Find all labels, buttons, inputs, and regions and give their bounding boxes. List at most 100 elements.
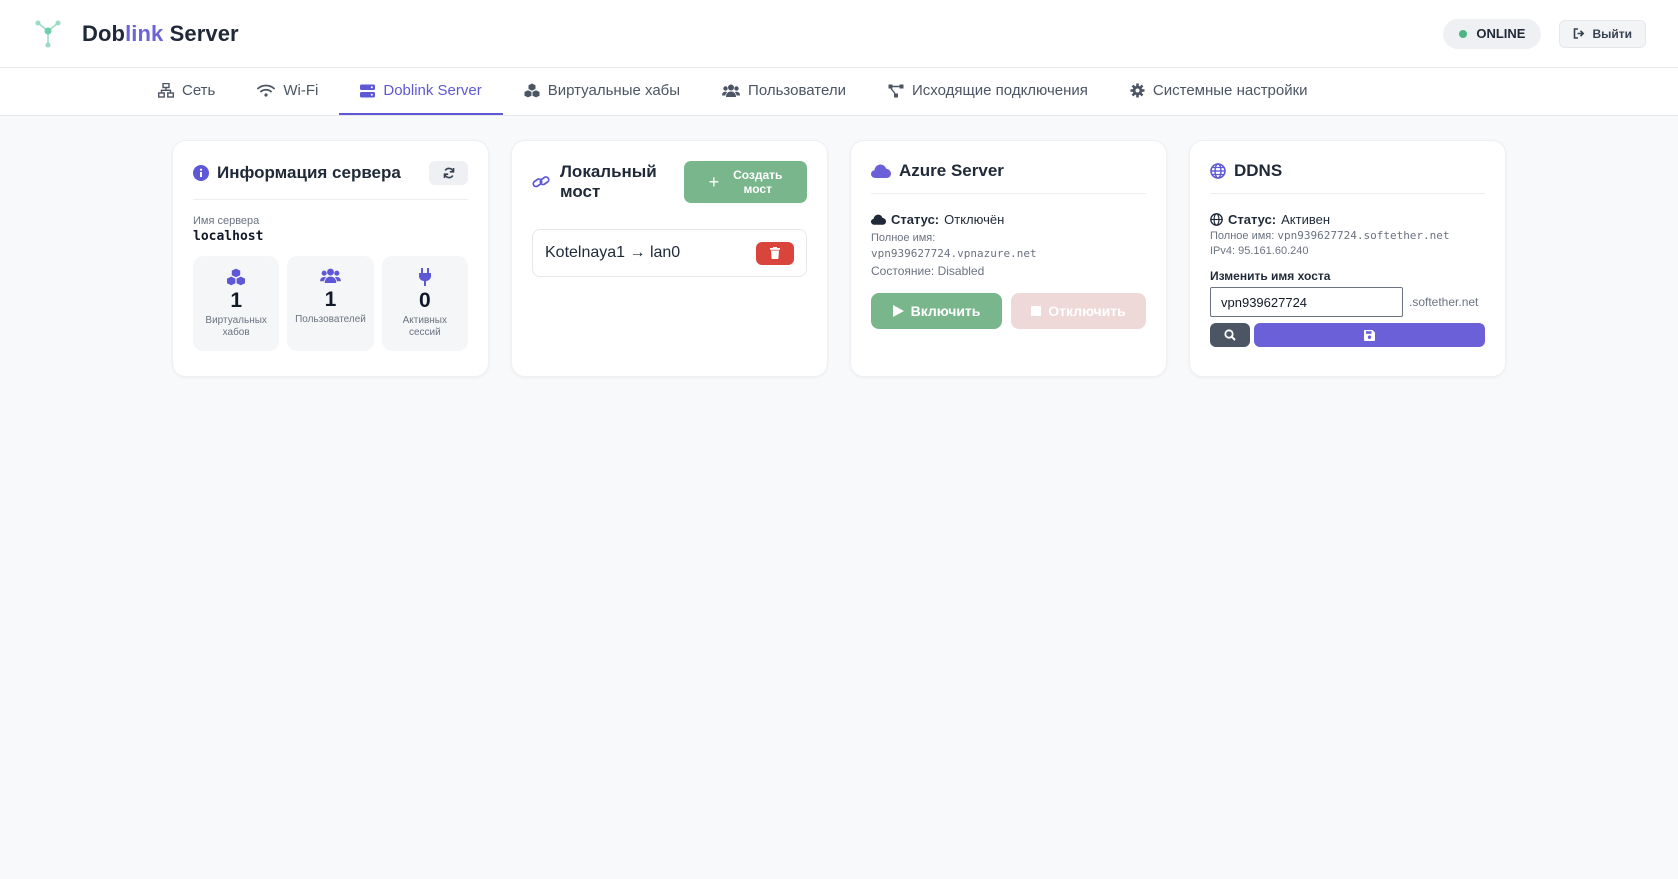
button-line: Создать xyxy=(733,168,783,182)
logout-icon xyxy=(1574,28,1585,39)
azure-server-card: Azure Server Статус: Отключён Полное имя… xyxy=(850,140,1167,377)
button-label: Отключить xyxy=(1048,303,1126,319)
tab-label: Виртуальные хабы xyxy=(547,82,681,99)
tab-virtual-hubs[interactable]: Виртуальные хабы xyxy=(503,68,701,115)
azure-status: Статус: Отключён xyxy=(871,212,1146,227)
tab-doblink-server[interactable]: Doblink Server xyxy=(339,68,503,115)
server-icon xyxy=(360,84,376,97)
stat-label: Пользователей xyxy=(295,314,366,325)
cubes-icon xyxy=(227,268,246,286)
stat-active-sessions: 0 Активных сессий xyxy=(381,256,468,351)
button-line: мост xyxy=(743,182,772,196)
stop-icon xyxy=(1031,306,1042,316)
card-title-text: Информация сервера xyxy=(217,163,401,182)
ddns-status: Статус: Активен xyxy=(1210,212,1485,227)
gear-icon xyxy=(1130,83,1145,98)
status-label: Статус: xyxy=(1228,212,1277,227)
enable-azure-button[interactable]: Включить xyxy=(871,293,1003,329)
stat-users: 1 Пользователей xyxy=(287,256,374,351)
azure-fullname-value: vpn939627724.vpnazure.net xyxy=(871,247,1037,260)
create-bridge-button[interactable]: + Создать мост xyxy=(684,161,807,203)
title-line: мост xyxy=(560,182,601,201)
tab-label: Wi-Fi xyxy=(283,82,319,99)
trash-icon xyxy=(770,247,780,259)
stat-label: Активных сессий xyxy=(402,315,447,338)
tab-network[interactable]: Сеть xyxy=(137,68,236,115)
azure-state: Состояние: Disabled xyxy=(871,264,1146,279)
server-info-card: Информация сервера Имя сервера localhost… xyxy=(172,140,489,377)
tab-label: Doblink Server xyxy=(383,82,482,99)
state-value: Disabled xyxy=(937,264,985,278)
cloud-icon xyxy=(871,214,886,225)
refresh-icon xyxy=(443,167,454,179)
tab-users[interactable]: Пользователи xyxy=(701,68,867,115)
bridge-name: Kotelnaya1 → lan0 xyxy=(545,244,681,261)
refresh-button[interactable] xyxy=(429,161,468,185)
online-status-badge: ONLINE xyxy=(1443,18,1542,49)
fullname-label: Полное имя: xyxy=(1210,230,1275,242)
save-hostname-button[interactable] xyxy=(1254,323,1485,347)
hostname-input[interactable] xyxy=(1210,287,1403,317)
list-item: Kotelnaya1 → lan0 xyxy=(532,229,807,277)
globe-icon xyxy=(1210,163,1226,179)
cubes-icon xyxy=(524,83,540,98)
hostname-suffix: .softether.net xyxy=(1409,295,1479,309)
title-line: Локальный xyxy=(560,162,657,181)
change-hostname-label: Изменить имя хоста xyxy=(1210,269,1331,283)
logout-label: Выйти xyxy=(1592,26,1632,41)
network-icon xyxy=(158,83,174,98)
disable-azure-button[interactable]: Отключить xyxy=(1011,293,1146,329)
fullname-value: vpn939627724.softether.net xyxy=(1277,229,1450,242)
wifi-icon xyxy=(257,84,276,97)
server-name-value: localhost xyxy=(193,229,264,244)
azure-title: Azure Server xyxy=(871,161,1004,181)
delete-bridge-button[interactable] xyxy=(756,241,794,265)
tab-label: Пользователи xyxy=(748,82,846,99)
ddns-ipv4: IPv4: 95.161.60.240 xyxy=(1210,244,1485,259)
status-label: Статус: xyxy=(891,212,940,227)
ddns-card: DDNS Статус: Активен Полное имя: vpn9396… xyxy=(1189,140,1506,377)
ddns-fullname: Полное имя: vpn939627724.softether.net xyxy=(1210,228,1485,244)
outgoing-icon xyxy=(888,84,904,97)
users-icon xyxy=(722,84,741,97)
azure-fullname-label: Полное имя: xyxy=(871,232,936,244)
play-icon xyxy=(892,305,904,317)
status-dot-icon xyxy=(1459,29,1468,38)
ipv4-value: 95.161.60.240 xyxy=(1238,245,1309,257)
local-bridge-card: Локальный мост + Создать мост Kotelnaya1… xyxy=(511,140,828,377)
card-title-text: Azure Server xyxy=(899,161,1004,180)
plus-icon: + xyxy=(708,171,720,192)
stat-value: 1 xyxy=(230,289,242,312)
ddns-title: DDNS xyxy=(1210,161,1282,181)
users-icon xyxy=(320,268,341,283)
stat-label: Виртуальных хабов xyxy=(205,315,267,338)
server-name-label: Имя сервера xyxy=(193,215,260,227)
stat-value: 1 xyxy=(324,288,337,311)
logout-button[interactable]: Выйти xyxy=(1559,19,1646,48)
status-value: Активен xyxy=(1281,212,1331,227)
card-title-text: DDNS xyxy=(1234,161,1283,180)
tab-wifi[interactable]: Wi-Fi xyxy=(236,68,339,115)
stat-value: 0 xyxy=(418,289,431,312)
tab-outgoing-connections[interactable]: Исходящие подключения xyxy=(867,68,1109,115)
plug-icon xyxy=(418,268,431,286)
cards-row: Информация сервера Имя сервера localhost… xyxy=(0,116,1678,377)
status-text: ONLINE xyxy=(1476,26,1526,41)
main-tabs: Сеть Wi-Fi Doblink Server Виртуальные ха… xyxy=(0,68,1678,116)
link-icon xyxy=(532,176,550,188)
check-hostname-button[interactable] xyxy=(1210,323,1250,347)
server-info-title: Информация сервера xyxy=(193,163,401,183)
tab-label: Системные настройки xyxy=(1152,82,1308,99)
info-icon xyxy=(193,165,209,181)
logo-icon xyxy=(32,18,64,50)
app-header: Doblink Server ONLINE Выйти xyxy=(0,0,1678,68)
state-label: Состояние: xyxy=(871,264,935,278)
search-icon xyxy=(1224,329,1236,341)
tab-system-settings[interactable]: Системные настройки xyxy=(1109,68,1329,115)
button-label: Включить xyxy=(910,303,981,319)
cloud-icon xyxy=(871,164,891,178)
brand: Doblink Server xyxy=(32,18,239,50)
tab-label: Исходящие подключения xyxy=(911,82,1088,99)
stat-virtual-hubs: 1 Виртуальных хабов xyxy=(193,256,280,351)
status-value: Отключён xyxy=(944,212,1005,227)
